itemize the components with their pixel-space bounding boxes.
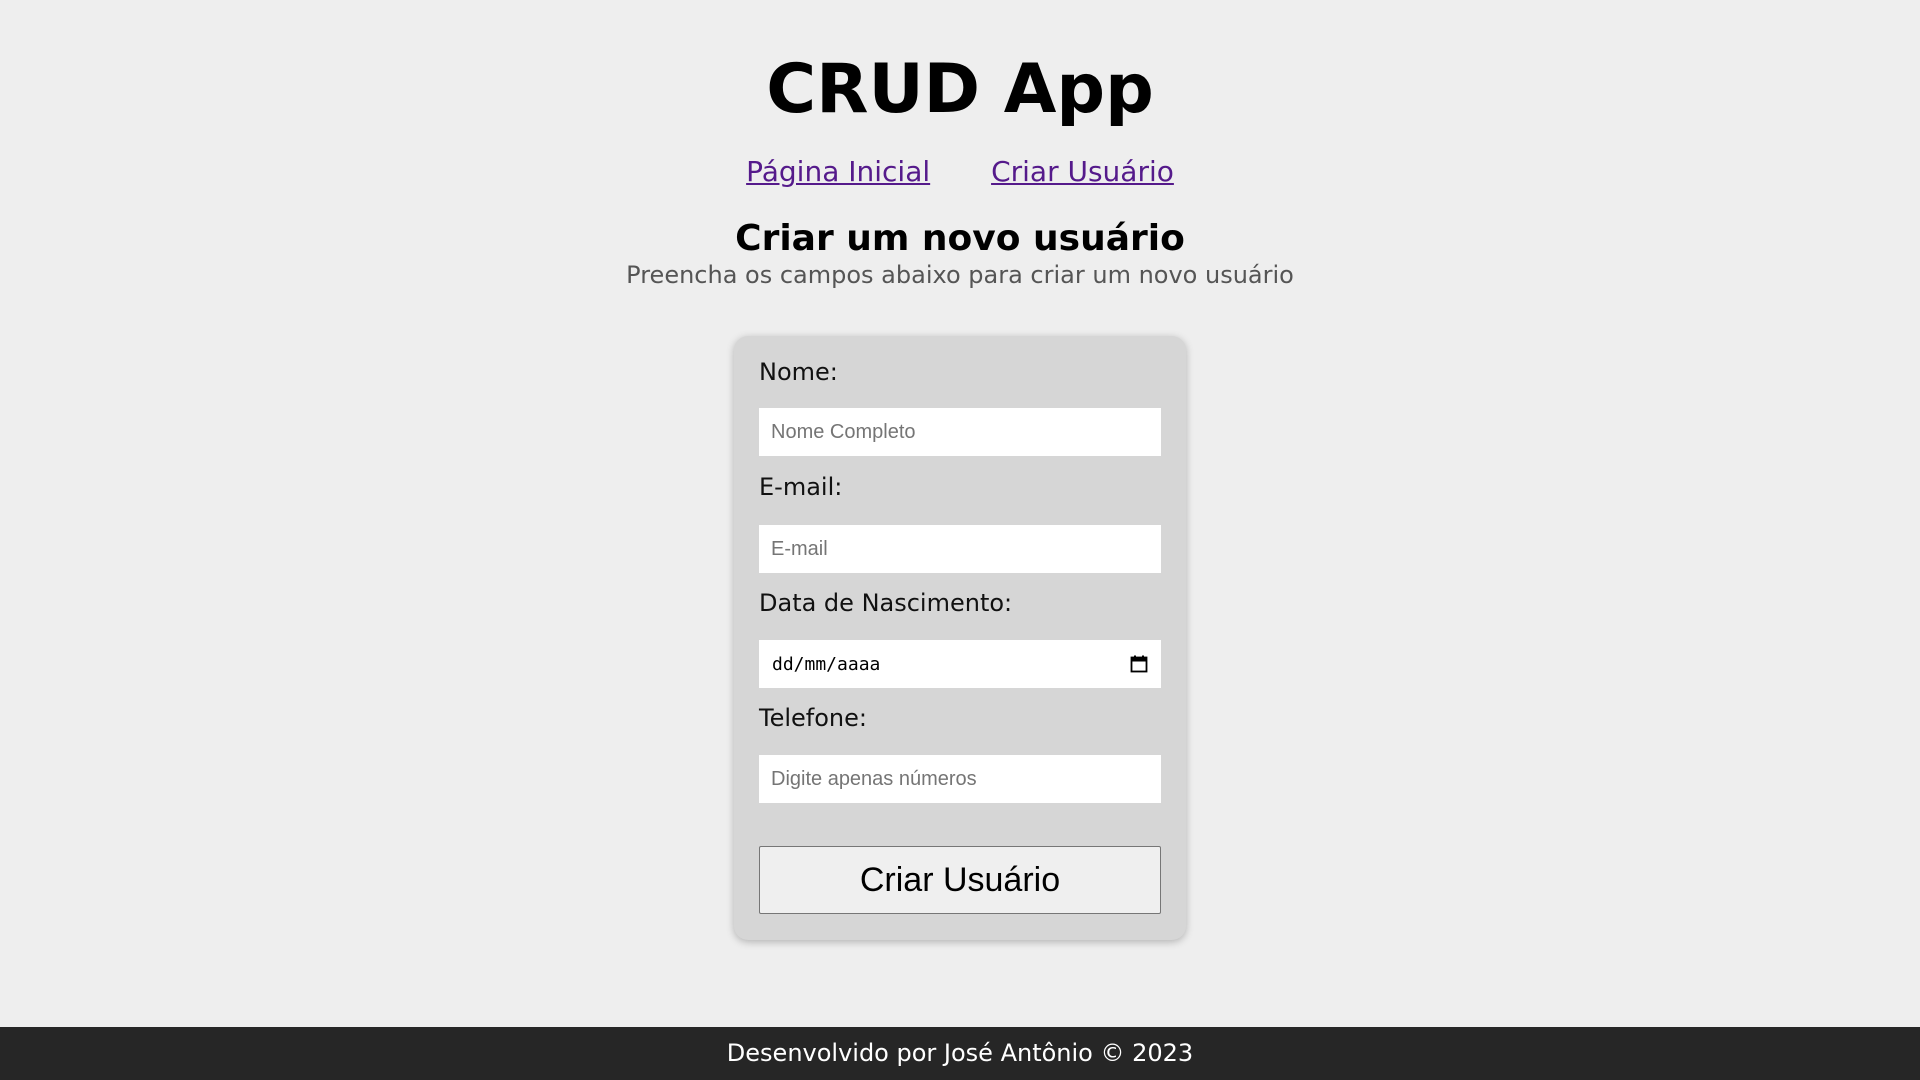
email-label: E-mail: xyxy=(759,473,843,501)
email-field[interactable] xyxy=(759,525,1161,573)
footer-text: Desenvolvido por José Antônio © 2023 xyxy=(726,1039,1194,1067)
birthdate-placeholder: dd/mm/aaaa xyxy=(772,653,881,675)
create-user-button[interactable]: Criar Usuário xyxy=(759,846,1161,914)
page-subtitle: Preencha os campos abaixo para criar um … xyxy=(626,261,1294,289)
phone-label: Telefone: xyxy=(759,704,867,732)
nav-link-home[interactable]: Página Inicial xyxy=(746,155,930,188)
birthdate-field[interactable]: dd/mm/aaaa xyxy=(759,640,1161,688)
footer: Desenvolvido por José Antônio © 2023 xyxy=(0,1027,1920,1080)
phone-field[interactable] xyxy=(759,755,1161,803)
name-label: Nome: xyxy=(759,358,838,386)
create-user-form: Nome: E-mail: Data de Nascimento: dd/mm/… xyxy=(734,336,1186,940)
nav-link-create-user[interactable]: Criar Usuário xyxy=(991,155,1174,188)
birthdate-label: Data de Nascimento: xyxy=(759,589,1013,617)
top-nav: Página Inicial Criar Usuário xyxy=(0,150,1920,194)
app-title: CRUD App xyxy=(766,50,1154,129)
name-field[interactable] xyxy=(759,408,1161,456)
page: CRUD App Página Inicial Criar Usuário Cr… xyxy=(0,0,1920,1080)
calendar-icon[interactable] xyxy=(1130,655,1148,673)
page-title: Criar um novo usuário xyxy=(735,218,1185,259)
